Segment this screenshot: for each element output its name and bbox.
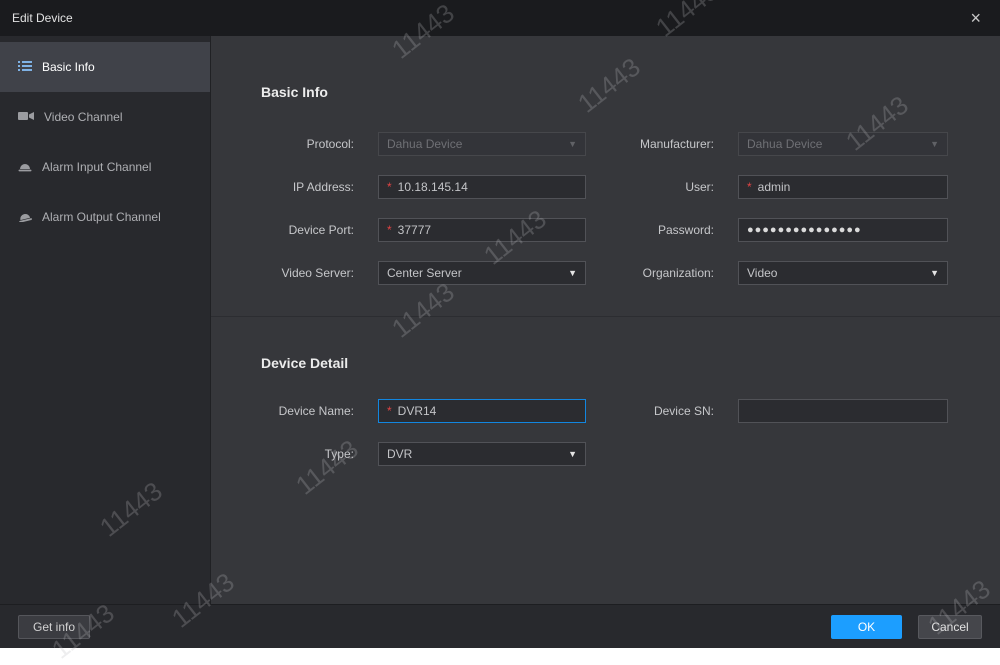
protocol-select[interactable]: Dahua Device ▼ [378,132,586,156]
organization-value: Video [747,266,777,280]
section-title-basic-info: Basic Info [261,84,328,100]
video-server-select[interactable]: Center Server ▼ [378,261,586,285]
type-value: DVR [387,447,412,461]
device-port-label: Device Port: [211,223,366,237]
type-label: Type: [211,447,366,461]
device-name-label: Device Name: [211,404,366,418]
chevron-down-icon: ▼ [568,139,577,149]
device-sn-label: Device SN: [586,404,726,418]
password-label: Password: [586,223,726,237]
type-select[interactable]: DVR ▼ [378,442,586,466]
device-sn-input[interactable] [738,399,948,423]
required-marker: * [387,180,392,194]
sidebar-item-alarm-output-channel[interactable]: Alarm Output Channel [0,192,210,242]
form-row: Video Server: Center Server ▼ Organizati… [211,261,1000,285]
user-input[interactable]: * admin [738,175,948,199]
sidebar: Basic Info Video Channel Alarm Input Cha… [0,36,210,604]
sidebar-item-alarm-input-channel[interactable]: Alarm Input Channel [0,142,210,192]
alarm-output-icon [18,210,32,225]
user-label: User: [586,180,726,194]
sidebar-item-video-channel[interactable]: Video Channel [0,92,210,142]
protocol-value: Dahua Device [387,137,462,151]
organization-select[interactable]: Video ▼ [738,261,948,285]
form-row: Protocol: Dahua Device ▼ Manufacturer: D… [211,132,1000,156]
required-marker: * [387,223,392,237]
close-icon[interactable]: × [963,7,988,29]
device-name-input[interactable]: * DVR14 [378,399,586,423]
form-row: Device Name: * DVR14 Device SN: [211,399,1000,423]
manufacturer-select[interactable]: Dahua Device ▼ [738,132,948,156]
form-row: Device Port: * 37777 Password: ●●●●●●●●●… [211,218,1000,242]
password-input[interactable]: ●●●●●●●●●●●●●●● [738,218,948,242]
main-panel: Basic Info Protocol: Dahua Device ▼ Manu… [210,36,1000,604]
ip-address-value: 10.18.145.14 [398,180,468,194]
device-port-value: 37777 [398,223,431,237]
sidebar-item-basic-info[interactable]: Basic Info [0,42,210,92]
chevron-down-icon: ▼ [568,449,577,459]
get-info-button[interactable]: Get info [18,615,90,639]
manufacturer-label: Manufacturer: [586,137,726,151]
video-server-value: Center Server [387,266,462,280]
device-port-input[interactable]: * 37777 [378,218,586,242]
manufacturer-value: Dahua Device [747,137,822,151]
edit-device-dialog: Edit Device × Basic Info Video Channel A… [0,0,1000,648]
required-marker: * [387,404,392,418]
ip-address-input[interactable]: * 10.18.145.14 [378,175,586,199]
chevron-down-icon: ▼ [568,268,577,278]
form-row: IP Address: * 10.18.145.14 User: * admin [211,175,1000,199]
section-title-device-detail: Device Detail [261,355,348,371]
user-value: admin [758,180,791,194]
sidebar-item-label: Alarm Input Channel [42,160,151,174]
list-icon [18,60,32,75]
alarm-input-icon [18,160,32,175]
dialog-title: Edit Device [12,11,73,25]
sidebar-item-label: Alarm Output Channel [42,210,161,224]
chevron-down-icon: ▼ [930,268,939,278]
organization-label: Organization: [586,266,726,280]
basic-info-form: Protocol: Dahua Device ▼ Manufacturer: D… [211,132,1000,304]
chevron-down-icon: ▼ [930,139,939,149]
required-marker: * [747,180,752,194]
cancel-button[interactable]: Cancel [918,615,982,639]
camera-icon [18,110,34,125]
ok-button[interactable]: OK [831,615,902,639]
footer-bar: Get info OK Cancel [0,604,1000,648]
ip-address-label: IP Address: [211,180,366,194]
titlebar: Edit Device × [0,0,1000,36]
device-name-value: DVR14 [398,404,437,418]
form-row: Type: DVR ▼ [211,442,1000,466]
sidebar-item-label: Basic Info [42,60,95,74]
device-detail-form: Device Name: * DVR14 Device SN: Type: DV… [211,399,1000,485]
video-server-label: Video Server: [211,266,366,280]
section-divider [211,316,1000,317]
sidebar-item-label: Video Channel [44,110,123,124]
protocol-label: Protocol: [211,137,366,151]
password-value: ●●●●●●●●●●●●●●● [747,224,862,236]
